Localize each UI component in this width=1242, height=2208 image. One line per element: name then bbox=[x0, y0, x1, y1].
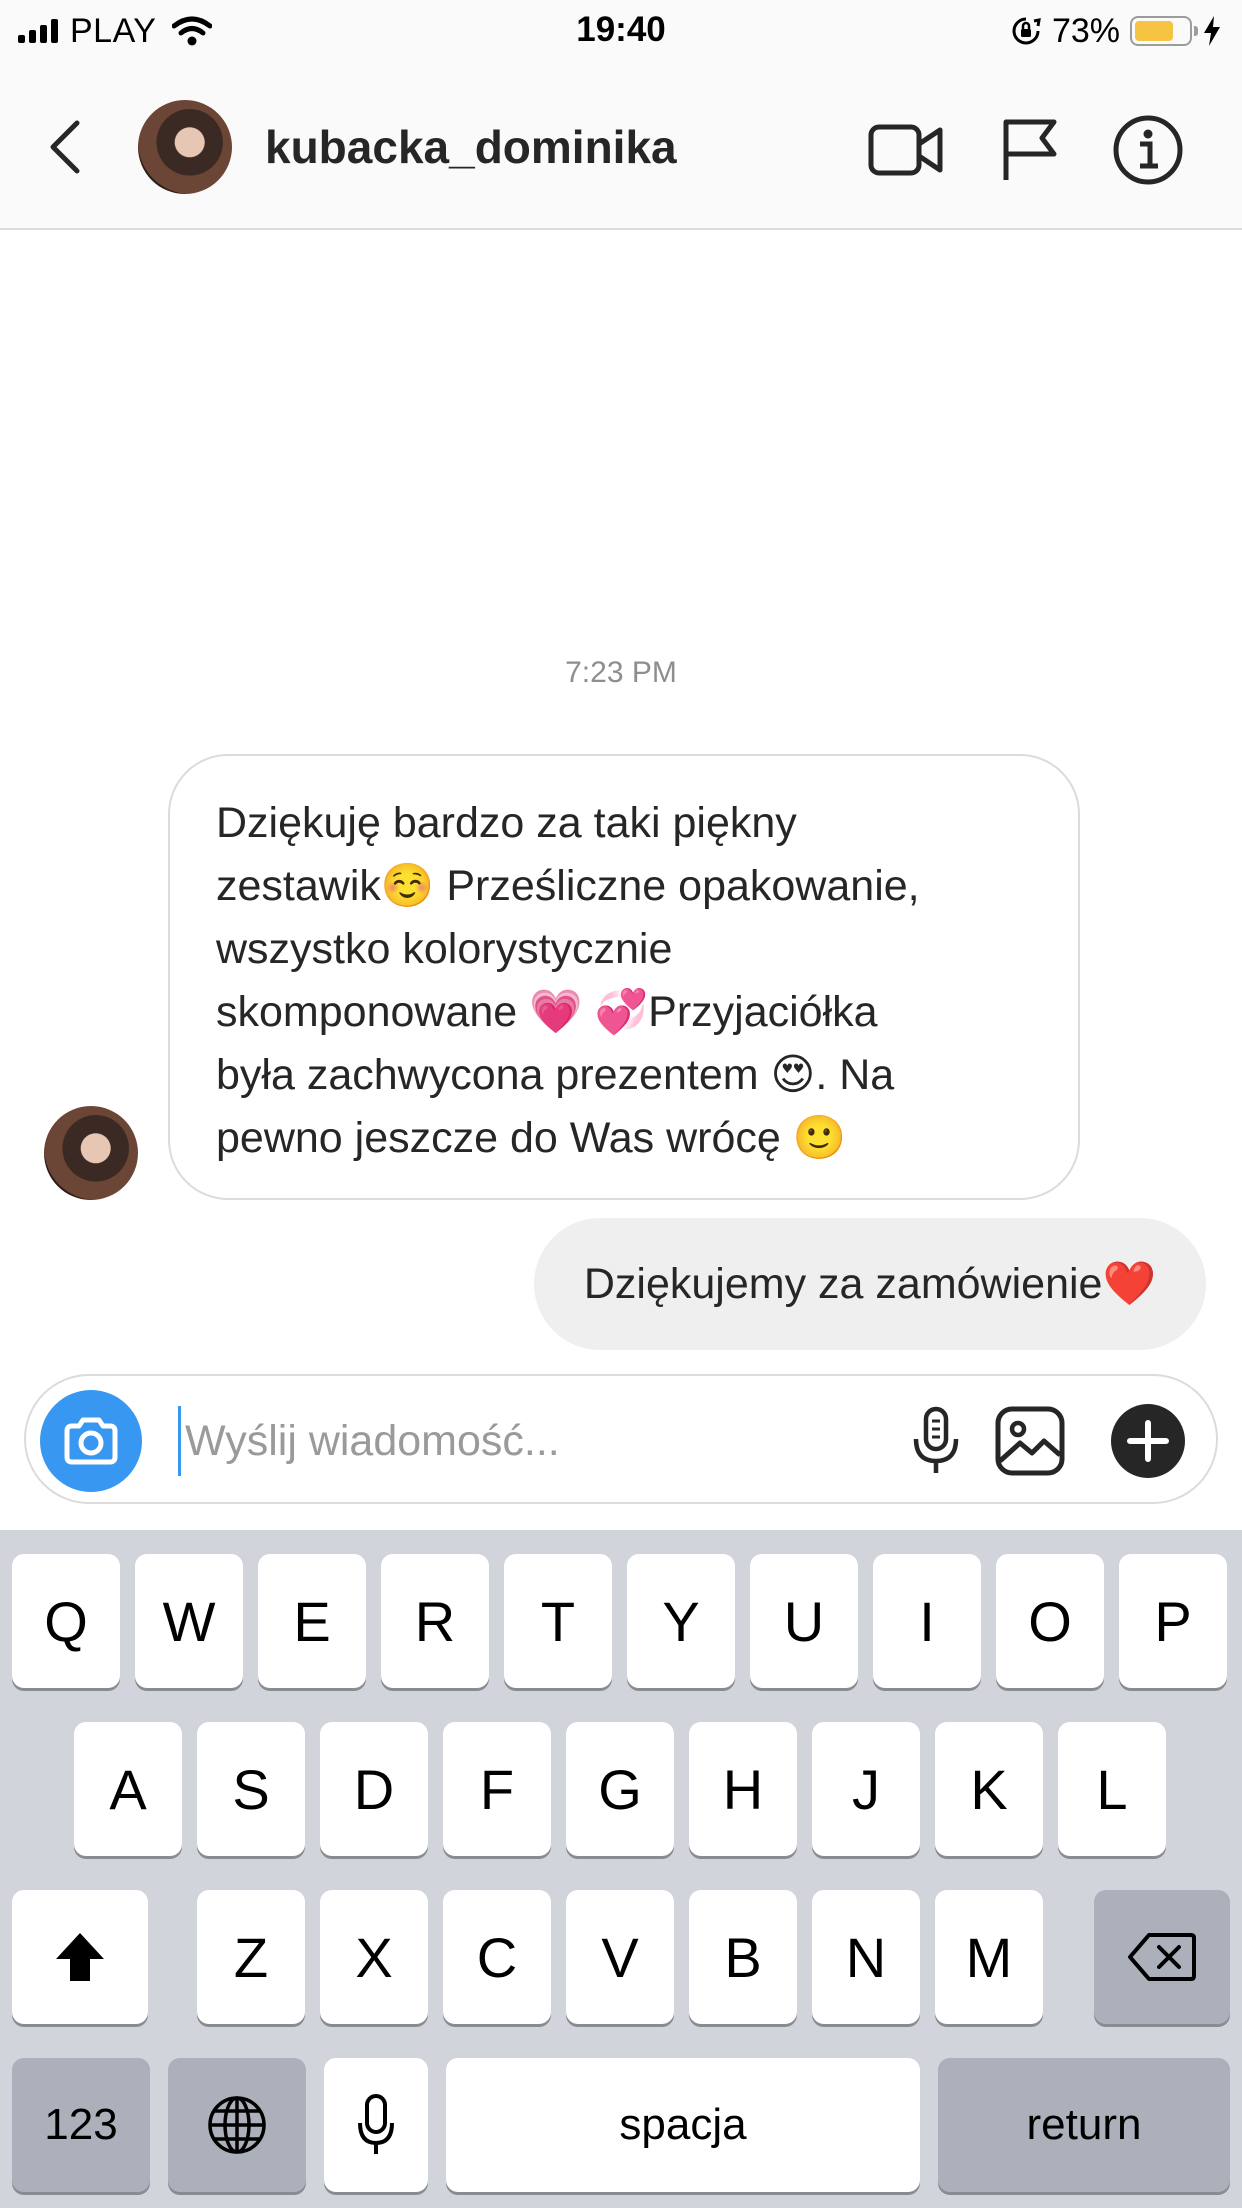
message-timestamp: 7:23 PM bbox=[565, 656, 677, 689]
flag-icon bbox=[1003, 119, 1057, 180]
orientation-lock-icon bbox=[1012, 17, 1041, 45]
key-n[interactable]: N bbox=[812, 1890, 920, 2024]
key-u[interactable]: U bbox=[750, 1554, 858, 1688]
key-q[interactable]: Q bbox=[12, 1554, 120, 1688]
numbers-key[interactable]: 123 bbox=[12, 2058, 150, 2192]
key-z[interactable]: Z bbox=[197, 1890, 305, 2024]
chat-username[interactable]: kubacka_dominika bbox=[265, 120, 677, 174]
key-m[interactable]: M bbox=[935, 1890, 1043, 2024]
key-a[interactable]: A bbox=[74, 1722, 182, 1856]
gallery-button[interactable] bbox=[990, 1401, 1070, 1481]
charging-bolt-icon bbox=[1204, 16, 1220, 46]
key-b[interactable]: B bbox=[689, 1890, 797, 2024]
key-e[interactable]: E bbox=[258, 1554, 366, 1688]
video-camera-icon bbox=[868, 124, 943, 176]
language-key[interactable] bbox=[168, 2058, 306, 2192]
key-l[interactable]: L bbox=[1058, 1722, 1166, 1856]
key-f[interactable]: F bbox=[443, 1722, 551, 1856]
key-s[interactable]: S bbox=[197, 1722, 305, 1856]
battery-percent: 73% bbox=[1051, 11, 1120, 50]
key-t[interactable]: T bbox=[504, 1554, 612, 1688]
key-r[interactable]: R bbox=[381, 1554, 489, 1688]
microphone-icon bbox=[913, 1406, 959, 1473]
key-g[interactable]: G bbox=[566, 1722, 674, 1856]
camera-icon bbox=[64, 1417, 118, 1465]
avatar[interactable] bbox=[138, 100, 232, 194]
incoming-message-bubble[interactable]: Dziękuję bardzo za taki piękny zestawik☺… bbox=[168, 754, 1080, 1200]
backspace-icon bbox=[1128, 1933, 1196, 1981]
sender-avatar[interactable] bbox=[44, 1106, 138, 1200]
outgoing-message-bubble[interactable]: Dziękujemy za zamówienie❤️ bbox=[533, 1218, 1206, 1350]
key-x[interactable]: X bbox=[320, 1890, 428, 2024]
info-icon bbox=[1113, 115, 1183, 185]
return-key[interactable]: return bbox=[938, 2058, 1230, 2192]
message-input[interactable] bbox=[178, 1406, 858, 1476]
key-y[interactable]: Y bbox=[627, 1554, 735, 1688]
status-right: 73% bbox=[1010, 10, 1222, 52]
keyboard: Q W E R T Y U I O P A S D F G H J K L Z … bbox=[0, 1530, 1242, 2208]
more-options-button[interactable] bbox=[1108, 1401, 1188, 1481]
back-button[interactable] bbox=[40, 112, 90, 182]
key-w[interactable]: W bbox=[135, 1554, 243, 1688]
camera-button[interactable] bbox=[40, 1390, 142, 1492]
report-button[interactable] bbox=[990, 110, 1070, 190]
chat-header: kubacka_dominika bbox=[0, 62, 1242, 230]
key-i[interactable]: I bbox=[873, 1554, 981, 1688]
globe-icon bbox=[208, 2096, 266, 2154]
chevron-left-icon bbox=[50, 120, 80, 174]
video-call-button[interactable] bbox=[866, 110, 946, 190]
key-k[interactable]: K bbox=[935, 1722, 1043, 1856]
key-c[interactable]: C bbox=[443, 1890, 551, 2024]
image-icon bbox=[995, 1406, 1065, 1476]
key-v[interactable]: V bbox=[566, 1890, 674, 2024]
key-j[interactable]: J bbox=[812, 1722, 920, 1856]
key-p[interactable]: P bbox=[1119, 1554, 1227, 1688]
key-o[interactable]: O bbox=[996, 1554, 1104, 1688]
shift-key[interactable] bbox=[12, 1890, 148, 2024]
microphone-icon bbox=[358, 2094, 394, 2154]
voice-message-button[interactable] bbox=[896, 1401, 976, 1481]
delete-key[interactable] bbox=[1094, 1890, 1230, 2024]
space-key[interactable]: spacja bbox=[446, 2058, 920, 2192]
shift-arrow-icon bbox=[56, 1933, 104, 1981]
dictation-key[interactable] bbox=[324, 2058, 428, 2192]
battery-icon bbox=[1130, 16, 1198, 46]
battery-level bbox=[1135, 21, 1173, 41]
key-h[interactable]: H bbox=[689, 1722, 797, 1856]
message-composer bbox=[24, 1374, 1218, 1504]
plus-circle-icon bbox=[1111, 1404, 1185, 1478]
key-d[interactable]: D bbox=[320, 1722, 428, 1856]
status-bar: PLAY 19:40 73% bbox=[0, 0, 1242, 62]
details-button[interactable] bbox=[1108, 110, 1188, 190]
